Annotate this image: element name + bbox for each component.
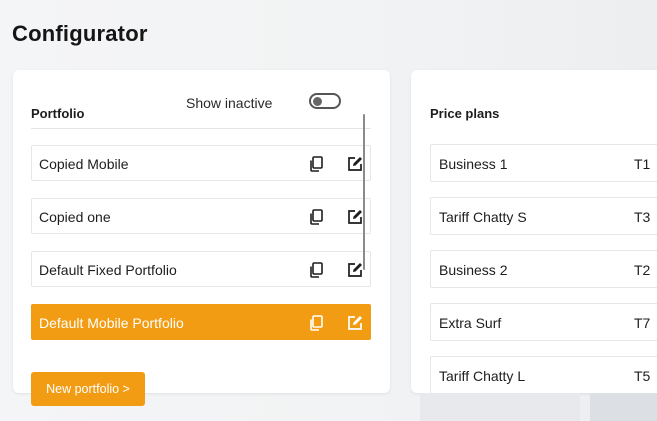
price-plans-list: Business 1 T1 Tariff Chatty S T3 Busines… (430, 144, 657, 393)
portfolio-item-copied-mobile[interactable]: Copied Mobile (31, 145, 371, 181)
edit-icon[interactable] (346, 208, 364, 226)
plan-name: Business 2 (439, 262, 508, 278)
background-strip (590, 393, 657, 421)
edit-icon[interactable] (346, 155, 364, 173)
copy-icon[interactable] (307, 261, 325, 279)
copy-icon[interactable] (307, 208, 325, 226)
plan-row[interactable]: Tariff Chatty L T5 (430, 356, 657, 393)
show-inactive-label: Show inactive (186, 95, 273, 111)
show-inactive-toggle[interactable] (309, 93, 341, 109)
plan-name: Tariff Chatty L (439, 368, 526, 384)
divider (31, 128, 371, 129)
plan-code: T7 (634, 315, 651, 331)
plan-name: Extra Surf (439, 315, 502, 331)
plan-name: Business 1 (439, 156, 508, 172)
portfolio-item-copied-one[interactable]: Copied one (31, 198, 371, 234)
plan-name: Tariff Chatty S (439, 209, 527, 225)
portfolio-card: Portfolio Show inactive Copied Mobile Co… (13, 70, 390, 393)
background-strip (420, 393, 580, 421)
plan-row[interactable]: Business 2 T2 (430, 250, 657, 288)
price-plans-title: Price plans (430, 106, 500, 121)
plan-code: T2 (634, 262, 651, 278)
portfolio-scrollbar[interactable] (363, 114, 365, 270)
plan-code: T3 (634, 209, 651, 225)
new-portfolio-button[interactable]: New portfolio > (31, 372, 145, 406)
edit-icon[interactable] (346, 314, 364, 332)
toggle-knob (313, 97, 322, 106)
portfolio-item-default-fixed[interactable]: Default Fixed Portfolio (31, 251, 371, 287)
plan-row[interactable]: Business 1 T1 (430, 144, 657, 182)
price-plans-card: Price plans Business 1 T1 Tariff Chatty … (411, 70, 657, 393)
portfolio-title: Portfolio (31, 106, 85, 121)
portfolio-list: Copied Mobile Copied one Default Fixed P… (31, 145, 371, 357)
plan-code: T5 (634, 368, 651, 384)
copy-icon[interactable] (307, 155, 325, 173)
portfolio-item-label: Copied Mobile (39, 156, 129, 172)
copy-icon[interactable] (307, 314, 325, 332)
plan-row[interactable]: Extra Surf T7 (430, 303, 657, 341)
portfolio-item-label: Default Mobile Portfolio (39, 315, 184, 331)
plan-row[interactable]: Tariff Chatty S T3 (430, 197, 657, 235)
portfolio-item-label: Copied one (39, 209, 111, 225)
page-title: Configurator (12, 21, 148, 46)
plan-code: T1 (634, 156, 651, 172)
portfolio-item-default-mobile[interactable]: Default Mobile Portfolio (31, 304, 371, 340)
portfolio-item-label: Default Fixed Portfolio (39, 262, 177, 278)
edit-icon[interactable] (346, 261, 364, 279)
